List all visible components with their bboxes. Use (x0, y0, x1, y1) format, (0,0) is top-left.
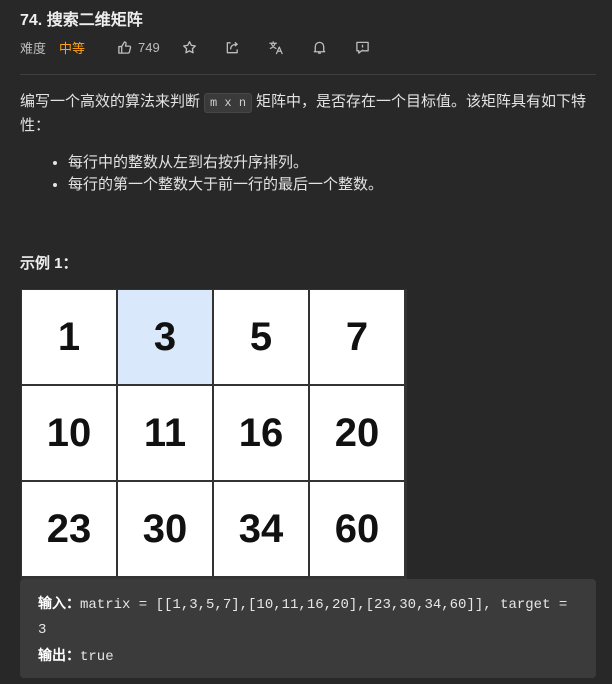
output-label: 输出： (38, 647, 80, 663)
matrix-cell: 5 (214, 290, 308, 384)
problem-title: 74. 搜索二维矩阵 (20, 12, 143, 29)
star-icon (182, 40, 196, 53)
example-output: 输出：true (38, 643, 578, 670)
matrix-cell: 60 (310, 482, 404, 576)
feedback-button[interactable] (355, 40, 370, 55)
thumb-up-icon (118, 40, 132, 54)
constraints-list: 每行中的整数从左到右按升序排列。 每行的第一个整数大于前一行的最后一个整数。 (48, 152, 383, 196)
matrix-cell: 34 (214, 482, 308, 576)
matrix-cell: 30 (118, 482, 212, 576)
matrix-cell: 1 (22, 290, 116, 384)
like-button[interactable]: 749 (117, 40, 160, 55)
example-matrix-image: 1 3 5 7 10 11 16 20 23 30 34 60 (21, 289, 407, 579)
translate-icon (269, 40, 283, 54)
list-item: 每行中的整数从左到右按升序排列。 (68, 152, 383, 174)
example-input: 输入：matrix = [[1,3,5,7],[10,11,16,20],[23… (38, 591, 578, 643)
problem-description: 编写一个高效的算法来判断 m x n 矩阵中，是否存在一个目标值。该矩阵具有如下特性… (20, 90, 600, 138)
share-icon (226, 41, 238, 53)
difficulty-badge: 中等 (59, 40, 86, 56)
example-heading: 示例 1： (20, 255, 78, 272)
bell-icon (313, 41, 326, 54)
matrix-cell: 11 (118, 386, 212, 480)
feedback-icon (355, 41, 369, 54)
translate-button[interactable] (268, 40, 284, 55)
matrix-cell: 10 (22, 386, 116, 480)
divider (20, 74, 596, 75)
example-io-block: 输入：matrix = [[1,3,5,7],[10,11,16,20],[23… (20, 579, 596, 678)
matrix-cell: 7 (310, 290, 404, 384)
like-count: 749 (138, 39, 160, 55)
problem-meta-bar: 难度 中等 749 (20, 37, 398, 57)
subscribe-button[interactable] (312, 40, 327, 55)
input-label: 输入： (38, 595, 80, 611)
share-button[interactable] (225, 40, 240, 55)
matrix-cell: 23 (22, 482, 116, 576)
inline-code: m x n (204, 93, 253, 113)
input-value: matrix = [[1,3,5,7],[10,11,16,20],[23,30… (38, 597, 568, 638)
favorite-button[interactable] (182, 40, 197, 55)
matrix-cell: 20 (310, 386, 404, 480)
matrix-cell-highlighted: 3 (118, 290, 212, 384)
matrix-cell: 16 (214, 386, 308, 480)
description-text-1: 编写一个高效的算法来判断 (20, 93, 201, 110)
difficulty-label: 难度 (20, 40, 47, 56)
list-item: 每行的第一个整数大于前一行的最后一个整数。 (68, 174, 383, 196)
output-value: true (80, 649, 114, 665)
